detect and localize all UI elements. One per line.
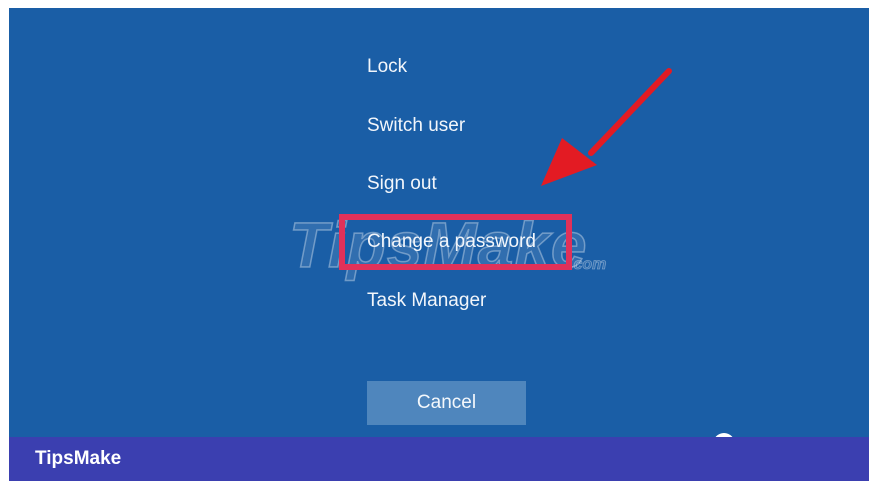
highlight-box <box>339 214 572 270</box>
watermark-suffix: .com <box>569 256 607 274</box>
ctrl-alt-del-screen: TipsMake .com Lock Switch user Sign out … <box>9 8 869 442</box>
menu-item-sign-out[interactable]: Sign out <box>367 173 437 195</box>
menu-item-task-manager[interactable]: Task Manager <box>367 290 486 312</box>
cancel-button[interactable]: Cancel <box>367 381 526 425</box>
brand-bar: TipsMake <box>9 437 869 481</box>
screenshot-frame: TipsMake .com Lock Switch user Sign out … <box>0 0 870 481</box>
menu-item-lock[interactable]: Lock <box>367 56 407 78</box>
brand-label: TipsMake <box>35 448 122 469</box>
menu-item-switch-user[interactable]: Switch user <box>367 115 465 137</box>
